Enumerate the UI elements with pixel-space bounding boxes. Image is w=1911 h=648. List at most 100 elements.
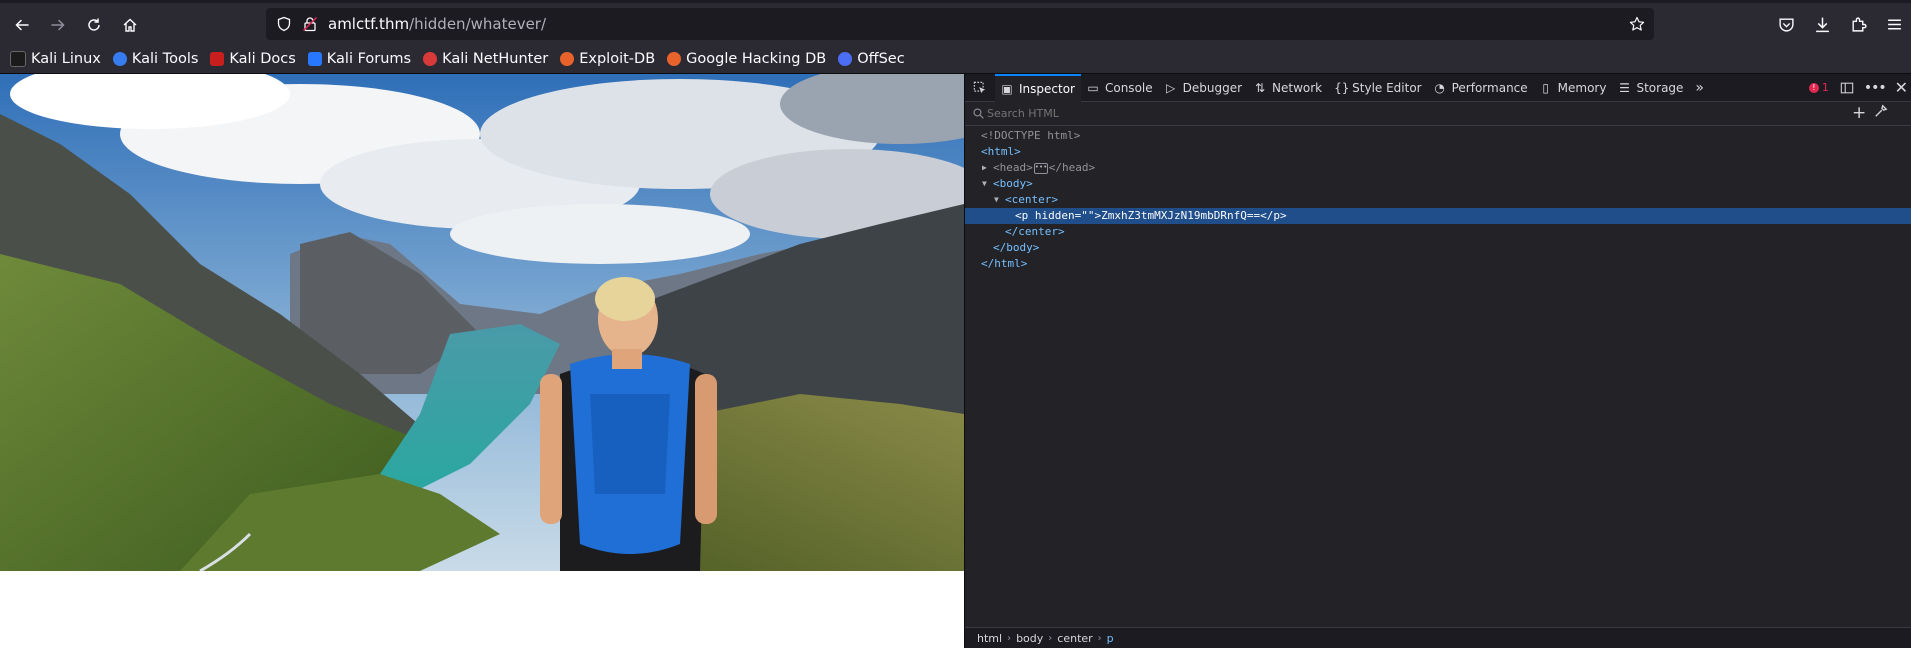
back-button[interactable] xyxy=(8,11,36,39)
chevron-right-icon: › xyxy=(1097,632,1102,644)
star-bookmark-icon[interactable] xyxy=(1629,16,1645,32)
breadcrumb-body[interactable]: body xyxy=(1016,632,1043,645)
markup-html-close[interactable]: </html> xyxy=(965,256,1911,272)
p-open-tag: <p xyxy=(1015,209,1035,222)
home-icon xyxy=(123,18,137,32)
dock-options-button[interactable] xyxy=(1835,74,1859,102)
tab-label: Performance xyxy=(1451,80,1528,95)
storage-icon: ☰ xyxy=(1619,80,1630,95)
head-close-tag: </head> xyxy=(1048,161,1096,174)
exploit-db-icon xyxy=(560,51,575,66)
close-devtools-button[interactable]: ✕ xyxy=(1891,74,1911,102)
url-host: amlctf.thm xyxy=(328,15,410,33)
arrow-left-icon xyxy=(15,19,29,31)
p-attr-close: "> xyxy=(1087,209,1102,222)
p-close-tag: </p> xyxy=(1260,209,1287,222)
tab-console[interactable]: ▭ Console xyxy=(1081,74,1159,102)
bookmark-label: OffSec xyxy=(857,50,905,67)
center-open-tag: <center> xyxy=(1005,193,1058,206)
tab-network[interactable]: ⇅ Network xyxy=(1248,74,1328,102)
search-html-input[interactable] xyxy=(987,105,1687,122)
element-picker-button[interactable] xyxy=(965,74,995,102)
markup-search-bar: + xyxy=(965,102,1911,126)
bookmark-label: Kali Docs xyxy=(229,50,296,67)
tab-label: Inspector xyxy=(1019,81,1075,96)
tab-style-editor[interactable]: {} Style Editor xyxy=(1328,74,1427,102)
markup-head-node[interactable]: ▶ <head> •••</head> xyxy=(965,160,1911,176)
bookmark-kali-nethunter[interactable]: Kali NetHunter xyxy=(423,51,548,67)
tab-label: Style Editor xyxy=(1352,80,1422,95)
more-tabs-button[interactable]: » xyxy=(1689,74,1710,102)
pocket-icon[interactable] xyxy=(1778,16,1795,33)
breadcrumb-p[interactable]: p xyxy=(1107,632,1114,645)
memory-icon: ▯ xyxy=(1542,80,1549,95)
breadcrumb-center[interactable]: center xyxy=(1057,632,1092,645)
devtools-menu-button[interactable]: ••• xyxy=(1859,74,1891,102)
network-icon: ⇅ xyxy=(1255,80,1266,95)
url-text[interactable]: amlctf.thm/hidden/whatever/ xyxy=(328,15,546,33)
bookmarks-toolbar: Kali Linux Kali Tools Kali Docs Kali For… xyxy=(0,44,1911,74)
tab-inspector[interactable]: ▣ Inspector xyxy=(995,73,1081,102)
tab-memory[interactable]: ▯ Memory xyxy=(1534,74,1613,102)
breadcrumb: html › body › center › p xyxy=(965,627,1911,648)
bookmark-kali-linux[interactable]: Kali Linux xyxy=(10,50,101,67)
menu-icon[interactable] xyxy=(1886,16,1903,33)
bookmark-label: Google Hacking DB xyxy=(686,50,827,67)
eyedropper-button[interactable] xyxy=(1874,104,1888,122)
reload-icon xyxy=(88,18,100,31)
bookmark-google-hacking-db[interactable]: Google Hacking DB xyxy=(667,51,826,67)
breadcrumb-html[interactable]: html xyxy=(977,632,1002,645)
eyedropper-icon xyxy=(1875,104,1888,117)
error-count: 1 xyxy=(1821,81,1829,94)
home-button[interactable] xyxy=(116,11,144,39)
markup-body-close[interactable]: </body> xyxy=(965,240,1911,256)
expand-triangle-icon[interactable]: ▶ xyxy=(982,160,987,176)
collapse-triangle-icon[interactable]: ▼ xyxy=(982,176,987,192)
p-attr-eq: =" xyxy=(1074,209,1088,222)
add-node-button[interactable]: + xyxy=(1852,103,1866,123)
bookmark-kali-tools[interactable]: Kali Tools xyxy=(112,51,198,67)
chevron-right-icon: › xyxy=(1007,632,1012,644)
collapse-triangle-icon[interactable]: ▼ xyxy=(994,192,999,208)
url-bar[interactable]: amlctf.thm/hidden/whatever/ xyxy=(266,8,1654,40)
kali-forums-icon xyxy=(307,51,322,66)
body-close-tag: </body> xyxy=(993,241,1040,254)
kali-docs-icon xyxy=(210,51,225,66)
bookmark-label: Exploit-DB xyxy=(579,50,656,67)
bookmark-exploit-db[interactable]: Exploit-DB xyxy=(560,51,655,67)
collapsed-ellipsis-icon[interactable]: ••• xyxy=(1033,162,1048,174)
console-icon: ▭ xyxy=(1087,80,1099,95)
downloads-icon[interactable] xyxy=(1814,16,1831,33)
page-viewport xyxy=(0,74,964,648)
bookmark-kali-docs[interactable]: Kali Docs xyxy=(210,50,296,67)
extensions-icon[interactable] xyxy=(1850,16,1867,33)
markup-tree: <!DOCTYPE html> <html> ▶ <head> •••</head… xyxy=(965,128,1911,272)
bookmark-kali-forums[interactable]: Kali Forums xyxy=(307,51,411,67)
arrow-right-icon xyxy=(51,19,65,31)
error-count-badge[interactable]: ! 1 xyxy=(1803,74,1835,102)
tab-label: Network xyxy=(1272,80,1323,95)
kali-tools-icon xyxy=(112,51,127,66)
shield-icon[interactable] xyxy=(276,16,292,32)
hiker-mountain-photo xyxy=(0,74,964,571)
bookmark-offsec[interactable]: OffSec xyxy=(838,51,905,67)
reload-button[interactable] xyxy=(80,11,108,39)
insecure-lock-icon[interactable] xyxy=(302,16,318,32)
markup-p-node-selected[interactable]: <p hidden="">ZmxhZ3tmMXJzN19mbDRnfQ==</p… xyxy=(965,208,1911,224)
markup-body-node[interactable]: ▼ <body> xyxy=(965,176,1911,192)
forward-button[interactable] xyxy=(44,11,72,39)
markup-doctype[interactable]: <!DOCTYPE html> xyxy=(965,128,1911,144)
tab-performance[interactable]: ◔ Performance xyxy=(1428,74,1534,102)
picker-icon xyxy=(973,81,986,93)
tab-debugger[interactable]: ▷ Debugger xyxy=(1159,74,1248,102)
dock-side-icon xyxy=(1840,82,1854,93)
kali-nethunter-icon xyxy=(423,51,438,66)
markup-center-node[interactable]: ▼ <center> xyxy=(965,192,1911,208)
devtools-panel: ▣ Inspector ▭ Console ▷ Debugger ⇅ Network {… xyxy=(964,73,1911,648)
tab-label: Console xyxy=(1104,80,1153,95)
markup-center-close[interactable]: </center> xyxy=(965,224,1911,240)
kali-dragon-icon xyxy=(10,50,26,67)
markup-html-node[interactable]: <html> xyxy=(965,144,1911,160)
chevrons-right-icon: » xyxy=(1695,79,1704,96)
tab-storage[interactable]: ☰ Storage xyxy=(1612,74,1689,102)
